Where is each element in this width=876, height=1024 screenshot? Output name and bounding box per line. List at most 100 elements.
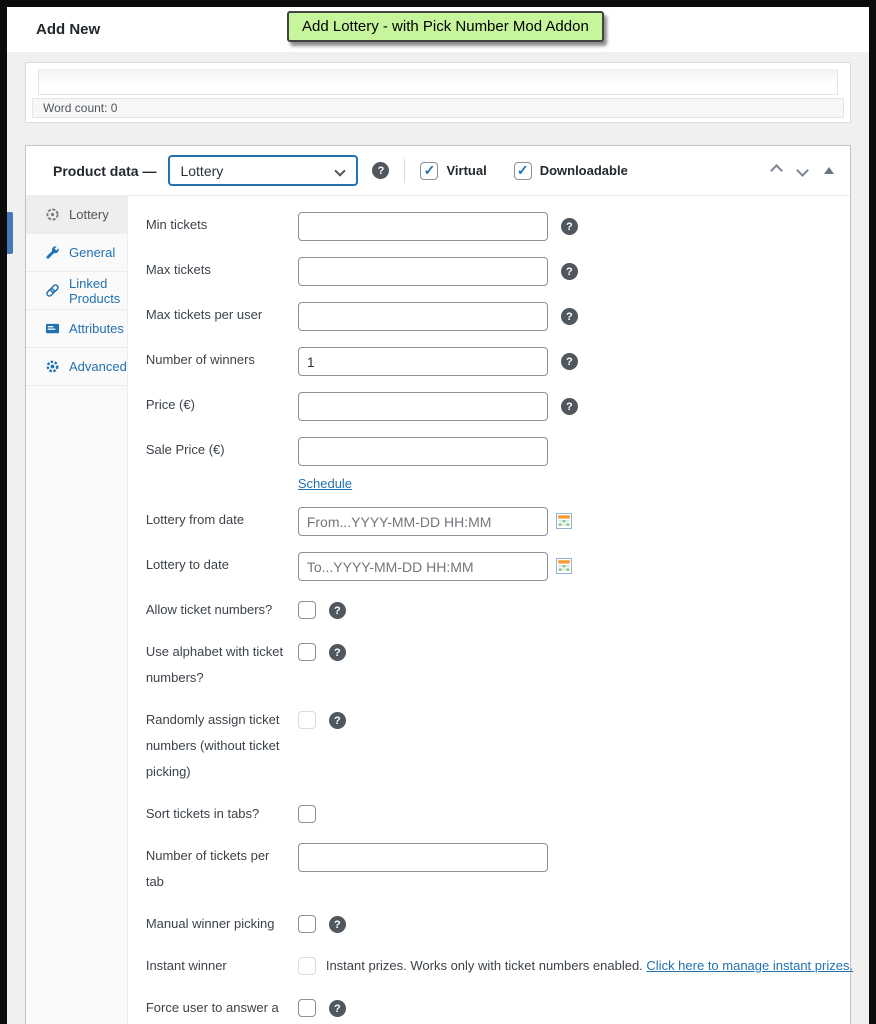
text-field[interactable] bbox=[298, 552, 548, 581]
form-row: Use alphabet with ticket numbers?? bbox=[146, 639, 853, 691]
downloadable-label: Downloadable bbox=[540, 163, 628, 178]
virtual-label: Virtual bbox=[446, 163, 486, 178]
help-icon[interactable]: ? bbox=[561, 353, 578, 370]
field-label: Manual winner picking bbox=[146, 911, 286, 937]
ticket-icon bbox=[45, 207, 60, 222]
word-count-status: Word count: 0 bbox=[32, 98, 844, 118]
field-label: Lottery to date bbox=[146, 552, 286, 581]
help-icon[interactable]: ? bbox=[561, 218, 578, 235]
text-field[interactable] bbox=[298, 257, 548, 286]
help-icon[interactable]: ? bbox=[372, 162, 389, 179]
wrench-icon bbox=[45, 245, 60, 260]
downloadable-checkbox[interactable]: ✓ bbox=[514, 162, 532, 180]
tab-label: General bbox=[69, 245, 115, 260]
virtual-checkbox[interactable]: ✓ bbox=[420, 162, 438, 180]
link-icon bbox=[45, 283, 60, 298]
field-label: Randomly assign ticket numbers (without … bbox=[146, 707, 286, 785]
downloadable-checkbox-row[interactable]: ✓ Downloadable bbox=[514, 162, 628, 180]
schedule-link[interactable]: Schedule bbox=[298, 476, 548, 491]
form-row: Lottery from date bbox=[146, 507, 853, 536]
sidebar-tab-linked-products[interactable]: Linked Products bbox=[26, 272, 127, 310]
move-down-icon[interactable] bbox=[796, 164, 809, 177]
field-label: Number of winners bbox=[146, 347, 286, 376]
text-field[interactable] bbox=[298, 302, 548, 331]
text-field[interactable] bbox=[298, 437, 548, 466]
product-data-tabs: Lottery General Linked Products Attributes A… bbox=[26, 196, 128, 1024]
field-label: Allow ticket numbers? bbox=[146, 597, 286, 623]
lottery-tab-content: Min tickets?Max tickets?Max tickets per … bbox=[128, 196, 873, 1024]
field-label: Min tickets bbox=[146, 212, 286, 241]
product-data-header: Product data — Lottery ? ✓ Virtual ✓ Dow… bbox=[26, 146, 850, 196]
browser-frame: Add New Add Lottery - with Pick Number M… bbox=[0, 0, 876, 1024]
divider bbox=[404, 159, 405, 183]
help-icon[interactable]: ? bbox=[329, 602, 346, 619]
form-row: Force user to answer a question?? bbox=[146, 995, 853, 1024]
help-icon[interactable]: ? bbox=[561, 263, 578, 280]
tab-label: Lottery bbox=[69, 207, 109, 222]
instant-winner-note: Instant prizes. Works only with ticket n… bbox=[326, 953, 853, 979]
description-editor: Word count: 0 bbox=[25, 62, 851, 123]
virtual-checkbox-row[interactable]: ✓ Virtual bbox=[420, 162, 486, 180]
help-icon[interactable]: ? bbox=[561, 398, 578, 415]
tab-label: Attributes bbox=[69, 321, 124, 336]
form-row: Randomly assign ticket numbers (without … bbox=[146, 707, 853, 785]
text-field[interactable] bbox=[298, 212, 548, 241]
field-label: Force user to answer a question? bbox=[146, 995, 286, 1024]
text-field[interactable] bbox=[298, 392, 548, 421]
checkbox bbox=[298, 711, 316, 729]
calendar-icon[interactable] bbox=[556, 558, 572, 574]
form-row: Number of winners? bbox=[146, 347, 853, 376]
text-field[interactable] bbox=[298, 347, 548, 376]
checkbox[interactable] bbox=[298, 805, 316, 823]
calendar-icon[interactable] bbox=[556, 513, 572, 529]
field-label: Instant winner bbox=[146, 953, 286, 979]
page-title: Add New bbox=[36, 21, 100, 38]
tab-label: Advanced bbox=[69, 359, 127, 374]
form-row: Max tickets per user? bbox=[146, 302, 853, 331]
sidebar-tab-advanced[interactable]: Advanced bbox=[26, 348, 127, 386]
form-row: Price (€)? bbox=[146, 392, 853, 421]
field-label: Sale Price (€) bbox=[146, 437, 286, 491]
help-icon[interactable]: ? bbox=[329, 644, 346, 661]
help-icon[interactable]: ? bbox=[329, 1000, 346, 1017]
product-type-select[interactable]: Lottery bbox=[168, 155, 358, 186]
text-field[interactable] bbox=[298, 843, 548, 872]
help-icon[interactable]: ? bbox=[561, 308, 578, 325]
form-row: Lottery to date bbox=[146, 552, 853, 581]
checkbox[interactable] bbox=[298, 601, 316, 619]
field-label: Price (€) bbox=[146, 392, 286, 421]
form-row: Sort tickets in tabs? bbox=[146, 801, 853, 827]
checkbox[interactable] bbox=[298, 915, 316, 933]
help-icon[interactable]: ? bbox=[329, 916, 346, 933]
field-label: Number of tickets per tab bbox=[146, 843, 286, 895]
help-icon[interactable]: ? bbox=[329, 712, 346, 729]
field-label: Lottery from date bbox=[146, 507, 286, 536]
form-row: Number of tickets per tab bbox=[146, 843, 853, 895]
panel-title: Product data — bbox=[53, 163, 156, 179]
gear-icon bbox=[45, 359, 60, 374]
product-data-panel: Product data — Lottery ? ✓ Virtual ✓ Dow… bbox=[25, 145, 851, 1024]
checkbox[interactable] bbox=[298, 643, 316, 661]
sidebar-tab-general[interactable]: General bbox=[26, 234, 127, 272]
move-up-icon[interactable] bbox=[770, 164, 783, 177]
editor-text-area[interactable] bbox=[38, 69, 838, 95]
annotation-badge: Add Lottery - with Pick Number Mod Addon bbox=[287, 11, 604, 42]
text-field[interactable] bbox=[298, 507, 548, 536]
toggle-panel-icon[interactable] bbox=[824, 167, 834, 174]
field-label: Sort tickets in tabs? bbox=[146, 801, 286, 827]
field-label: Max tickets per user bbox=[146, 302, 286, 331]
form-row: Min tickets? bbox=[146, 212, 853, 241]
chevron-down-icon bbox=[335, 165, 346, 176]
tab-label: Linked Products bbox=[69, 276, 127, 306]
form-row: Max tickets? bbox=[146, 257, 853, 286]
product-type-value: Lottery bbox=[180, 163, 223, 179]
form-row: Allow ticket numbers?? bbox=[146, 597, 853, 623]
checkbox[interactable] bbox=[298, 999, 316, 1017]
left-edge-blue-tab bbox=[7, 212, 13, 254]
manage-instant-prizes-link[interactable]: Click here to manage instant prizes. bbox=[646, 958, 853, 973]
checkbox bbox=[298, 957, 316, 975]
sidebar-tab-lottery[interactable]: Lottery bbox=[26, 196, 127, 234]
sidebar-tab-attributes[interactable]: Attributes bbox=[26, 310, 127, 348]
field-label: Max tickets bbox=[146, 257, 286, 286]
form-row: Manual winner picking? bbox=[146, 911, 853, 937]
